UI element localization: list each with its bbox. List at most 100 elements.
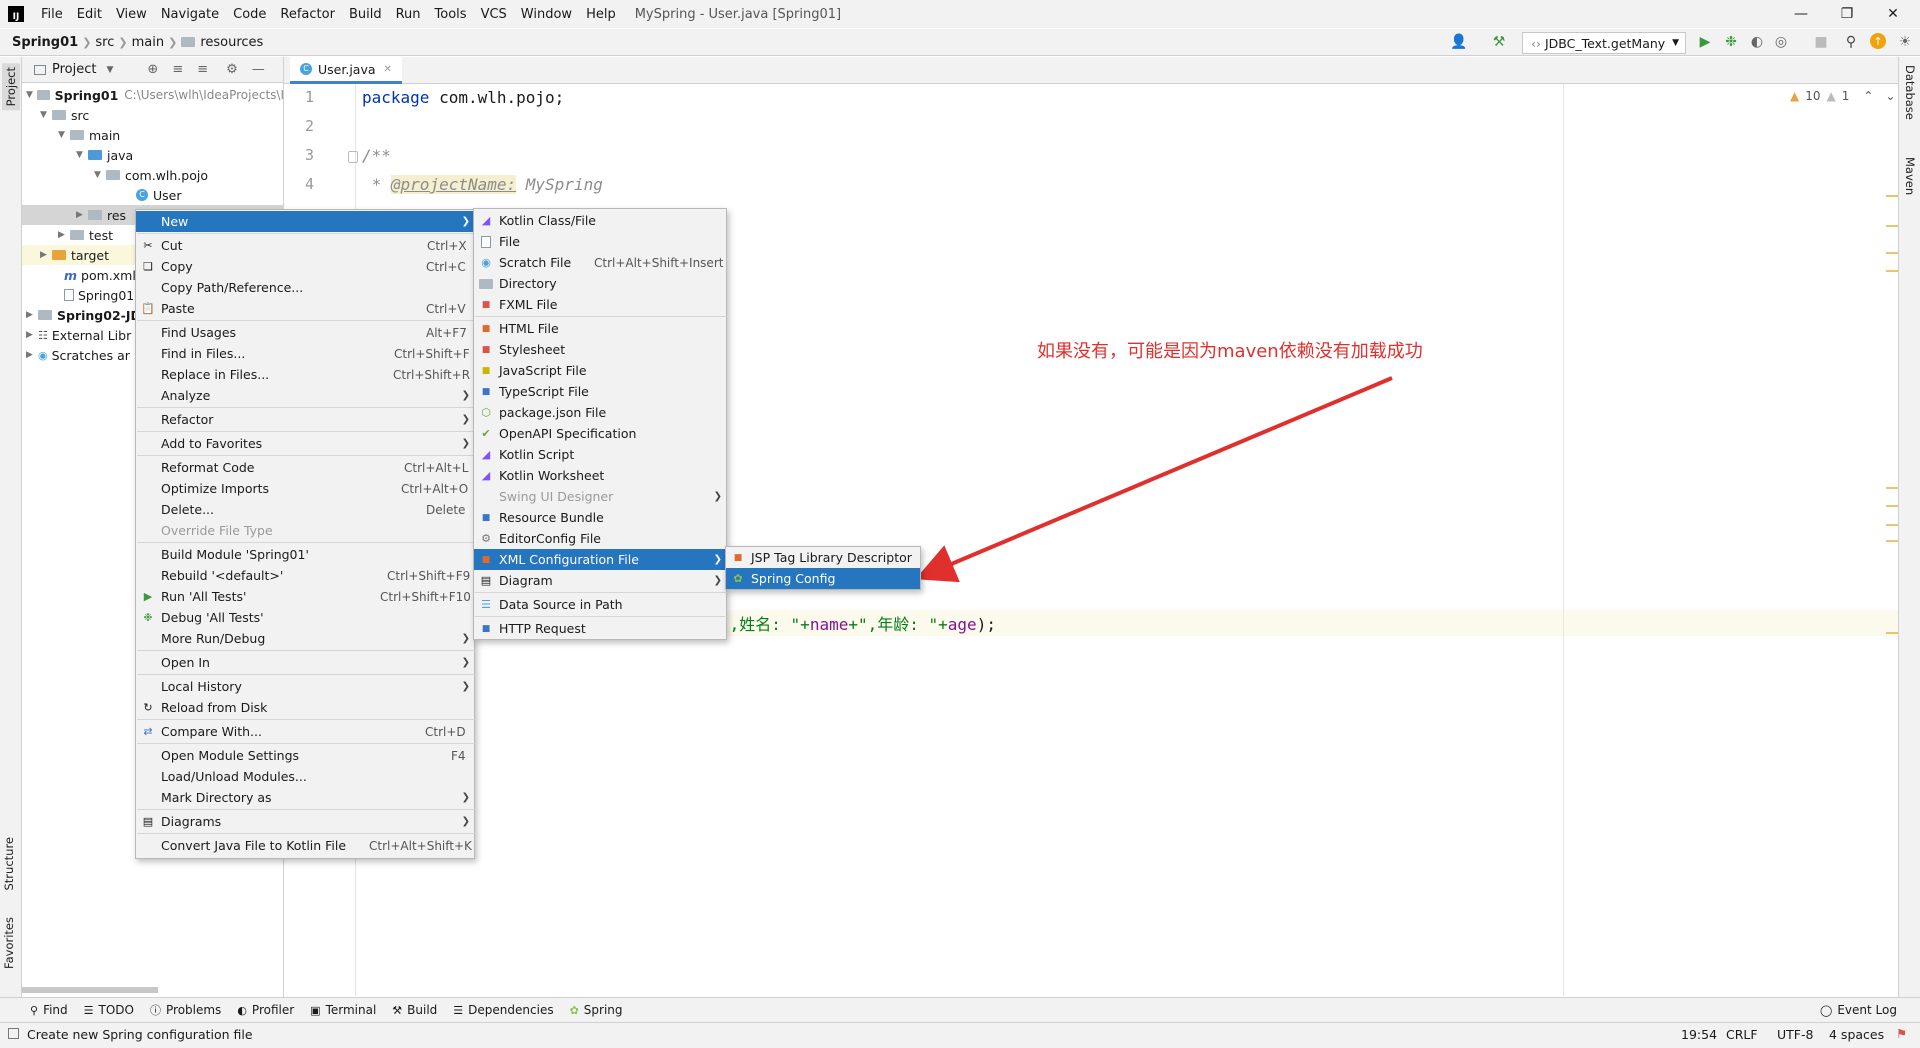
- menu-item-label: Load/Unload Modules...: [161, 769, 307, 784]
- menu-item-paste[interactable]: 📋 Paste Ctrl+V: [136, 298, 474, 319]
- menu-item-shortcut: Ctrl+Shift+F9: [387, 568, 471, 583]
- menu-item-label: OpenAPI Specification: [499, 426, 637, 441]
- menu-item-build-module[interactable]: Build Module 'Spring01': [136, 544, 474, 565]
- menu-item-add-to-favorites[interactable]: Add to Favorites ❯: [136, 433, 474, 454]
- tool-todo[interactable]: ☰ TODO: [84, 1003, 134, 1017]
- menu-item-copy-path[interactable]: Copy Path/Reference...: [136, 277, 474, 298]
- chevron-right-icon: ❯: [461, 816, 470, 827]
- indent-setting[interactable]: 4 spaces: [1829, 1027, 1884, 1042]
- menu-item-label: Diagram: [499, 573, 553, 588]
- menu-item-label: Local History: [161, 679, 242, 694]
- menu-item-diagrams[interactable]: ▤ Diagrams ❯: [136, 811, 474, 832]
- menu-item-reload-from-disk[interactable]: ↻ Reload from Disk: [136, 697, 474, 718]
- menu-item-run-all-tests[interactable]: ▶ Run 'All Tests' Ctrl+Shift+F10: [136, 586, 474, 607]
- menu-item-analyze[interactable]: Analyze ❯: [136, 385, 474, 406]
- new-submenu: ◢ Kotlin Class/File File ◉ Scratch File Ctr…: [473, 208, 727, 640]
- menu-item-spring-config[interactable]: ✿ Spring Config: [726, 568, 920, 589]
- chevron-right-icon: ❯: [461, 792, 470, 803]
- tool-terminal[interactable]: ▣ Terminal: [310, 1003, 376, 1017]
- menu-item-mark-directory-as[interactable]: Mark Directory as ❯: [136, 787, 474, 808]
- dependencies-icon: ☰: [453, 1003, 464, 1017]
- menu-item-fxml-file[interactable]: ■ FXML File: [474, 294, 726, 315]
- menu-item-shortcut: Ctrl+C: [426, 259, 466, 274]
- line-separator[interactable]: CRLF: [1726, 1027, 1758, 1042]
- menu-item-kotlin-script[interactable]: ◢ Kotlin Script: [474, 444, 726, 465]
- tool-dependencies[interactable]: ☰ Dependencies: [453, 1003, 553, 1017]
- menu-item-load-unload-modules[interactable]: Load/Unload Modules...: [136, 766, 474, 787]
- menu-item-optimize-imports[interactable]: Optimize Imports Ctrl+Alt+O: [136, 478, 474, 499]
- chevron-right-icon: ❯: [461, 657, 470, 668]
- menu-item-label: TypeScript File: [499, 384, 589, 399]
- jsp-icon: ■: [733, 552, 743, 563]
- tool-find[interactable]: ⚲ Find: [30, 1003, 68, 1017]
- menu-item-diagram[interactable]: ▤ Diagram ❯: [474, 570, 726, 591]
- menu-item-label: HTML File: [499, 321, 559, 336]
- menu-item-label: Data Source in Path: [499, 597, 623, 612]
- menu-item-local-history[interactable]: Local History ❯: [136, 676, 474, 697]
- layout-toggle-icon[interactable]: [8, 1028, 19, 1039]
- tool-label: Find: [43, 1003, 68, 1017]
- menu-item-resource-bundle[interactable]: ■ Resource Bundle: [474, 507, 726, 528]
- menu-item-javascript-file[interactable]: ■ JavaScript File: [474, 360, 726, 381]
- menu-item-stylesheet[interactable]: ■ Stylesheet: [474, 339, 726, 360]
- menu-item-open-module-settings[interactable]: Open Module Settings F4: [136, 745, 474, 766]
- menu-item-refactor[interactable]: Refactor ❯: [136, 409, 474, 430]
- menu-item-directory[interactable]: Directory: [474, 273, 726, 294]
- menu-item-openapi[interactable]: ✔ OpenAPI Specification: [474, 423, 726, 444]
- run-icon: ▶: [143, 590, 153, 603]
- menu-item-compare-with[interactable]: ⇄ Compare With... Ctrl+D: [136, 721, 474, 742]
- menu-item-label: Override File Type: [161, 523, 273, 538]
- debug-icon: ❉: [143, 611, 153, 624]
- menu-item-shortcut: Ctrl+D: [425, 724, 466, 739]
- menu-item-copy[interactable]: ❏ Copy Ctrl+C: [136, 256, 474, 277]
- menu-item-shortcut: Delete: [426, 502, 466, 517]
- menu-item-scratch-file[interactable]: ◉ Scratch File Ctrl+Alt+Shift+Insert: [474, 252, 726, 273]
- menu-item-replace-in-files[interactable]: Replace in Files... Ctrl+Shift+R: [136, 364, 474, 385]
- menu-item-label: Debug 'All Tests': [161, 610, 264, 625]
- menu-item-more-run-debug[interactable]: More Run/Debug ❯: [136, 628, 474, 649]
- menu-item-kotlin-class[interactable]: ◢ Kotlin Class/File: [474, 210, 726, 231]
- menu-item-package-json[interactable]: ⬡ package.json File: [474, 402, 726, 423]
- menu-item-file[interactable]: File: [474, 231, 726, 252]
- tool-event-log[interactable]: ◯ Event Log: [1820, 1003, 1897, 1017]
- menu-item-xml-configuration-file[interactable]: ■ XML Configuration File ❯: [474, 549, 726, 570]
- menu-separator: [137, 455, 475, 456]
- menu-separator: [137, 542, 475, 543]
- menu-item-rebuild[interactable]: Rebuild '<default>' Ctrl+Shift+F9: [136, 565, 474, 586]
- tool-profiler[interactable]: ◐ Profiler: [237, 1003, 294, 1017]
- tool-problems[interactable]: ⓘ Problems: [150, 1002, 221, 1018]
- menu-item-html-file[interactable]: ■ HTML File: [474, 318, 726, 339]
- tool-label: Build: [407, 1003, 438, 1017]
- menu-item-http-request[interactable]: ■ HTTP Request: [474, 618, 726, 639]
- menu-item-debug-all-tests[interactable]: ❉ Debug 'All Tests': [136, 607, 474, 628]
- menu-item-cut[interactable]: ✂ Cut Ctrl+X: [136, 235, 474, 256]
- menu-item-reformat-code[interactable]: Reformat Code Ctrl+Alt+L: [136, 457, 474, 478]
- menu-item-kotlin-worksheet[interactable]: ◢ Kotlin Worksheet: [474, 465, 726, 486]
- resource-bundle-icon: ■: [481, 512, 491, 523]
- menu-item-editorconfig[interactable]: ⚙ EditorConfig File: [474, 528, 726, 549]
- menu-item-find-in-files[interactable]: Find in Files... Ctrl+Shift+F: [136, 343, 474, 364]
- lock-icon[interactable]: ⚑: [1896, 1026, 1907, 1041]
- tool-spring[interactable]: ✿ Spring: [570, 1003, 623, 1017]
- menu-separator: [137, 233, 475, 234]
- menu-item-delete[interactable]: Delete... Delete: [136, 499, 474, 520]
- http-request-icon: ■: [481, 623, 491, 634]
- menu-item-typescript-file[interactable]: ■ TypeScript File: [474, 381, 726, 402]
- menu-item-label: Reformat Code: [161, 460, 255, 475]
- menu-item-data-source-in-path[interactable]: ☰ Data Source in Path: [474, 594, 726, 615]
- status-message: Create new Spring configuration file: [27, 1027, 253, 1042]
- menu-item-label: Open In: [161, 655, 210, 670]
- menu-item-open-in[interactable]: Open In ❯: [136, 652, 474, 673]
- tool-build[interactable]: ⚒ Build: [392, 1003, 437, 1017]
- file-encoding[interactable]: UTF-8: [1777, 1027, 1813, 1042]
- menu-item-label: Kotlin Class/File: [499, 213, 596, 228]
- menu-item-new[interactable]: New ❯: [136, 211, 474, 232]
- menu-item-convert-to-kotlin[interactable]: Convert Java File to Kotlin File Ctrl+Alt…: [136, 835, 474, 856]
- menu-item-find-usages[interactable]: Find Usages Alt+F7: [136, 322, 474, 343]
- menu-item-label: Find in Files...: [161, 346, 246, 361]
- menu-item-jsp-tag-library[interactable]: ■ JSP Tag Library Descriptor: [726, 547, 920, 568]
- menu-item-shortcut: F4: [451, 748, 466, 763]
- tool-window-bar: ⚲ Find ☰ TODO ⓘ Problems ◐ Profiler ▣ Termina…: [0, 997, 1920, 1022]
- caret-position[interactable]: 19:54: [1681, 1027, 1717, 1042]
- diagram-icon: ▤: [480, 574, 492, 587]
